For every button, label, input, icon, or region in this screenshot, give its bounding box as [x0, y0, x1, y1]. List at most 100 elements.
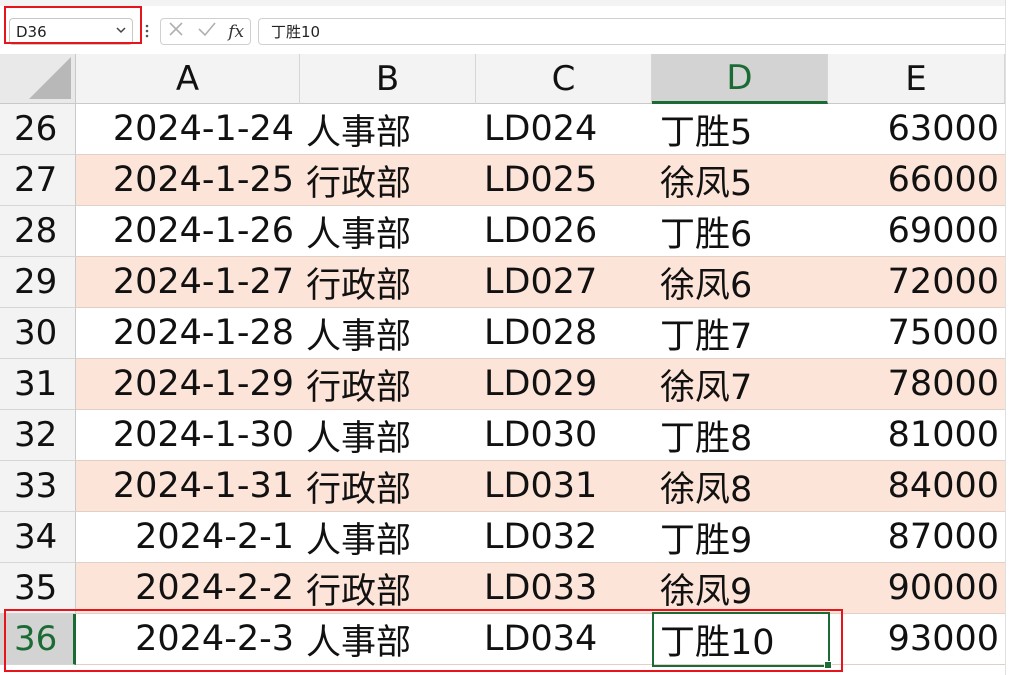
column-header-d[interactable]: D — [652, 54, 828, 104]
cell-e[interactable]: 87000 — [828, 512, 1005, 562]
cell-b[interactable]: 行政部 — [300, 257, 476, 307]
row-header[interactable]: 32 — [0, 410, 76, 461]
row-cells: 2024-2-1 人事部 LD032 丁胜9 87000 — [76, 512, 1005, 562]
chevron-down-icon[interactable] — [114, 23, 128, 40]
cell-b[interactable]: 人事部 — [300, 512, 476, 562]
close-icon[interactable] — [167, 20, 185, 43]
cell-a[interactable]: 2024-1-25 — [76, 155, 300, 205]
cell-d[interactable]: 丁胜7 — [652, 308, 828, 358]
cell-a[interactable]: 2024-1-29 — [76, 359, 300, 409]
row-header[interactable]: 33 — [0, 461, 76, 512]
row-header[interactable]: 30 — [0, 308, 76, 359]
cell-c[interactable]: LD029 — [476, 359, 652, 409]
cell-e[interactable]: 69000 — [828, 206, 1005, 256]
cell-e[interactable]: 84000 — [828, 461, 1005, 511]
cell-c[interactable]: LD026 — [476, 206, 652, 256]
cell-d[interactable]: 徐凤7 — [652, 359, 828, 409]
row-cells: 2024-1-25 行政部 LD025 徐凤5 66000 — [76, 155, 1005, 205]
column-header-b[interactable]: B — [300, 54, 476, 104]
row-header[interactable]: 28 — [0, 206, 76, 257]
cell-c[interactable]: LD027 — [476, 257, 652, 307]
cell-e[interactable]: 81000 — [828, 410, 1005, 460]
cell-d[interactable]: 徐凤9 — [652, 563, 828, 613]
select-all-button[interactable] — [0, 54, 76, 104]
cell-b[interactable]: 人事部 — [300, 104, 476, 154]
cell-c[interactable]: LD028 — [476, 308, 652, 358]
cell-d[interactable]: 徐凤8 — [652, 461, 828, 511]
cell-e[interactable]: 93000 — [828, 614, 1005, 664]
formula-bar: D36 fx 丁胜10 — [0, 6, 1021, 54]
cell-b[interactable]: 行政部 — [300, 461, 476, 511]
cell-a[interactable]: 2024-1-26 — [76, 206, 300, 256]
cell-d[interactable]: 丁胜6 — [652, 206, 828, 256]
vertical-scrollbar-track[interactable] — [1005, 0, 1021, 675]
cell-d[interactable]: 徐凤6 — [652, 257, 828, 307]
cell-e[interactable]: 75000 — [828, 308, 1005, 358]
cell-b[interactable]: 人事部 — [300, 308, 476, 358]
cell-b[interactable]: 行政部 — [300, 563, 476, 613]
table-row: 30 2024-1-28 人事部 LD028 丁胜7 75000 — [0, 308, 1021, 359]
cell-e[interactable]: 90000 — [828, 563, 1005, 613]
cell-c[interactable]: LD030 — [476, 410, 652, 460]
cell-e[interactable]: 72000 — [828, 257, 1005, 307]
column-header-e[interactable]: E — [828, 54, 1005, 104]
row-header[interactable]: 27 — [0, 155, 76, 206]
cell-a[interactable]: 2024-2-2 — [76, 563, 300, 613]
cell-b[interactable]: 人事部 — [300, 614, 476, 664]
cell-e[interactable]: 66000 — [828, 155, 1005, 205]
column-header-c[interactable]: C — [476, 54, 652, 104]
cell-c[interactable]: LD032 — [476, 512, 652, 562]
cell-c[interactable]: LD025 — [476, 155, 652, 205]
cell-d[interactable]: 丁胜8 — [652, 410, 828, 460]
row-cells: 2024-1-27 行政部 LD027 徐凤6 72000 — [76, 257, 1005, 307]
row-cells: 2024-1-30 人事部 LD030 丁胜8 81000 — [76, 410, 1005, 460]
table-row: 34 2024-2-1 人事部 LD032 丁胜9 87000 — [0, 512, 1021, 563]
table-row: 36 2024-2-3 人事部 LD034 丁胜10 93000 — [0, 614, 1021, 665]
table-row: 31 2024-1-29 行政部 LD029 徐凤7 78000 — [0, 359, 1021, 410]
cell-c[interactable]: LD031 — [476, 461, 652, 511]
cell-d[interactable]: 丁胜10 — [652, 614, 828, 664]
row-cells: 2024-1-26 人事部 LD026 丁胜6 69000 — [76, 206, 1005, 256]
row-cells: 2024-1-28 人事部 LD028 丁胜7 75000 — [76, 308, 1005, 358]
table-row: 29 2024-1-27 行政部 LD027 徐凤6 72000 — [0, 257, 1021, 308]
cell-e[interactable]: 78000 — [828, 359, 1005, 409]
cell-d[interactable]: 丁胜5 — [652, 104, 828, 154]
cell-a[interactable]: 2024-1-31 — [76, 461, 300, 511]
cell-b[interactable]: 人事部 — [300, 206, 476, 256]
cell-a[interactable]: 2024-1-24 — [76, 104, 300, 154]
row-header[interactable]: 34 — [0, 512, 76, 563]
row-header[interactable]: 26 — [0, 104, 76, 155]
row-cells: 2024-1-24 人事部 LD024 丁胜5 63000 — [76, 104, 1005, 154]
more-options-icon[interactable] — [145, 23, 149, 39]
cell-a[interactable]: 2024-2-3 — [76, 614, 300, 664]
cell-a[interactable]: 2024-1-27 — [76, 257, 300, 307]
row-cells: 2024-1-29 行政部 LD029 徐凤7 78000 — [76, 359, 1005, 409]
name-box[interactable]: D36 — [9, 18, 133, 45]
row-header[interactable]: 29 — [0, 257, 76, 308]
row-header[interactable]: 31 — [0, 359, 76, 410]
formula-input[interactable]: 丁胜10 — [258, 18, 1021, 45]
cell-a[interactable]: 2024-1-28 — [76, 308, 300, 358]
cell-c[interactable]: LD033 — [476, 563, 652, 613]
column-header-a[interactable]: A — [76, 54, 300, 104]
row-header[interactable]: 35 — [0, 563, 76, 614]
cell-b[interactable]: 行政部 — [300, 359, 476, 409]
cell-d[interactable]: 徐凤5 — [652, 155, 828, 205]
table-row: 35 2024-2-2 行政部 LD033 徐凤9 90000 — [0, 563, 1021, 614]
insert-function-button[interactable]: fx — [228, 22, 244, 42]
row-header[interactable]: 36 — [0, 614, 76, 665]
table-row: 32 2024-1-30 人事部 LD030 丁胜8 81000 — [0, 410, 1021, 461]
cell-e[interactable]: 63000 — [828, 104, 1005, 154]
row-cells: 2024-2-3 人事部 LD034 丁胜10 93000 — [76, 614, 1005, 664]
cell-d[interactable]: 丁胜9 — [652, 512, 828, 562]
cell-c[interactable]: LD024 — [476, 104, 652, 154]
cell-b[interactable]: 人事部 — [300, 410, 476, 460]
formula-controls: fx — [160, 18, 251, 45]
row-cells: 2024-1-31 行政部 LD031 徐凤8 84000 — [76, 461, 1005, 511]
cell-c[interactable]: LD034 — [476, 614, 652, 664]
cell-b[interactable]: 行政部 — [300, 155, 476, 205]
formula-content: 丁胜10 — [271, 23, 321, 41]
cell-a[interactable]: 2024-2-1 — [76, 512, 300, 562]
cell-a[interactable]: 2024-1-30 — [76, 410, 300, 460]
checkmark-icon[interactable] — [197, 20, 217, 43]
